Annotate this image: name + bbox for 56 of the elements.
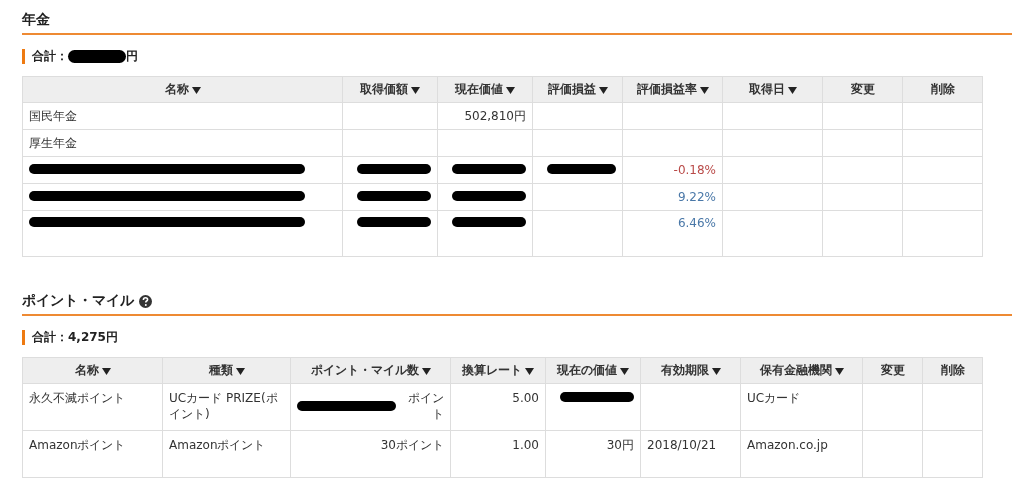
table-cell: UCカード PRIZE(ポイント) bbox=[169, 391, 278, 421]
column-header: 変更 bbox=[862, 357, 923, 384]
sort-icon bbox=[421, 368, 431, 375]
section-title: 年金 bbox=[22, 11, 50, 29]
help-icon[interactable] bbox=[139, 294, 152, 308]
column-header: 削除 bbox=[902, 76, 983, 103]
total-label: 合計： bbox=[32, 328, 68, 346]
sort-icon bbox=[711, 368, 721, 375]
table-cell: 502,810円 bbox=[464, 108, 526, 123]
column-header[interactable]: 名称 bbox=[22, 76, 343, 103]
column-header: 削除 bbox=[922, 357, 983, 384]
column-header[interactable]: 評価損益 bbox=[532, 76, 623, 103]
table-cell: 9.22% bbox=[677, 190, 716, 204]
table-cell: UCカード bbox=[747, 391, 801, 405]
currency-unit: 円 bbox=[126, 47, 138, 65]
column-header[interactable]: 換算レート bbox=[450, 357, 546, 384]
table-cell: 永久不滅ポイント bbox=[29, 391, 125, 405]
table-cell: 2018/10/21 bbox=[647, 438, 717, 452]
table-cell: Amazon.co.jp bbox=[747, 438, 828, 452]
sort-icon bbox=[525, 368, 534, 375]
sort-icon bbox=[699, 87, 709, 94]
sort-icon bbox=[598, 87, 608, 94]
sort-icon bbox=[834, 368, 844, 375]
column-header[interactable]: ポイント・マイル数 bbox=[290, 357, 451, 384]
column-header[interactable]: 有効期限 bbox=[640, 357, 741, 384]
sort-icon bbox=[620, 368, 629, 375]
section-title: ポイント・マイル bbox=[22, 292, 134, 310]
table-cell-text: ポイント bbox=[407, 390, 444, 422]
column-header[interactable]: 評価損益率 bbox=[622, 76, 723, 103]
sort-icon bbox=[506, 87, 515, 94]
column-header[interactable]: 保有金融機関 bbox=[740, 357, 863, 384]
sort-icon bbox=[787, 87, 797, 94]
table-cell: 国民年金 bbox=[29, 108, 77, 123]
table-cell: 厚生年金 bbox=[29, 135, 77, 150]
currency-unit: 円 bbox=[105, 328, 118, 346]
sort-icon bbox=[191, 87, 201, 94]
table-cell: Amazonポイント bbox=[169, 438, 266, 452]
column-header[interactable]: 取得日 bbox=[722, 76, 823, 103]
column-header[interactable]: 現在の価値 bbox=[545, 357, 641, 384]
sort-icon bbox=[411, 87, 420, 94]
total-amount: 4,275 bbox=[68, 330, 106, 344]
column-header[interactable]: 種類 bbox=[162, 357, 291, 384]
sort-icon bbox=[235, 368, 245, 375]
table-cell: 6.46% bbox=[677, 216, 716, 230]
total-label: 合計： bbox=[32, 47, 68, 65]
table-cell: 5.00 bbox=[512, 391, 539, 405]
column-header: 変更 bbox=[822, 76, 903, 103]
column-header[interactable]: 現在価値 bbox=[437, 76, 533, 103]
table-cell: 1.00 bbox=[512, 438, 539, 452]
table-cell: 30円 bbox=[606, 438, 634, 452]
sort-icon bbox=[101, 368, 111, 375]
column-header[interactable]: 名称 bbox=[22, 357, 163, 384]
table-cell: Amazonポイント bbox=[29, 438, 126, 452]
table-cell: -0.18% bbox=[673, 163, 716, 177]
table-cell: 30ポイント bbox=[380, 438, 444, 452]
column-header[interactable]: 取得価額 bbox=[342, 76, 438, 103]
